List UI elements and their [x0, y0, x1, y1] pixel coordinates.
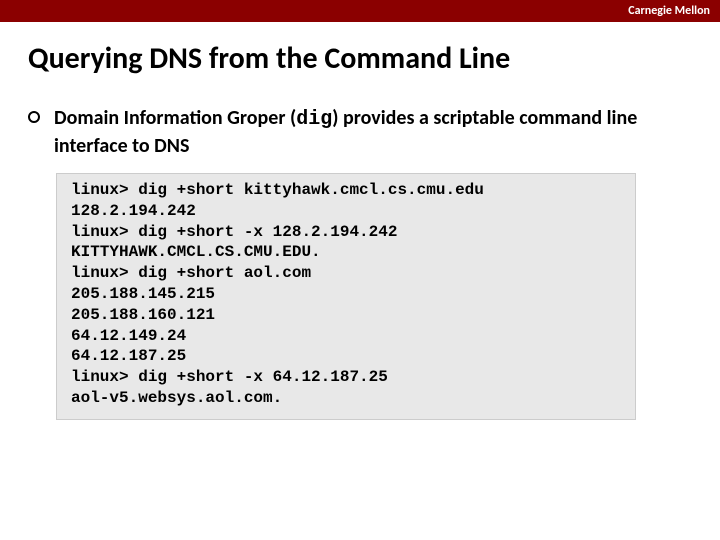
slide-content: Querying DNS from the Command Line Domai… — [0, 22, 720, 420]
slide-title: Querying DNS from the Command Line — [28, 40, 692, 77]
topbar: Carnegie Mellon — [0, 0, 720, 22]
codeline: linux> dig +short -x 64.12.187.25 — [71, 367, 621, 388]
bullet-icon — [28, 111, 40, 123]
codeblock: linux> dig +short kittyhawk.cmcl.cs.cmu.… — [56, 173, 636, 420]
codeline: 64.12.149.24 — [71, 326, 621, 347]
codeline: linux> dig +short kittyhawk.cmcl.cs.cmu.… — [71, 180, 621, 201]
codeline: 205.188.160.121 — [71, 305, 621, 326]
codeline: 64.12.187.25 — [71, 346, 621, 367]
codeline: KITTYHAWK.CMCL.CS.CMU.EDU. — [71, 242, 621, 263]
bullet-mono: dig — [296, 108, 332, 131]
codeline: 205.188.145.215 — [71, 284, 621, 305]
codeline: linux> dig +short aol.com — [71, 263, 621, 284]
codeline: aol-v5.websys.aol.com. — [71, 388, 621, 409]
bullet-prefix: Domain Information Groper ( — [54, 106, 296, 130]
brand-label: Carnegie Mellon — [628, 4, 710, 18]
bullet-text: Domain Information Groper (dig) provides… — [54, 105, 692, 159]
codeline: linux> dig +short -x 128.2.194.242 — [71, 222, 621, 243]
bullet-row: Domain Information Groper (dig) provides… — [28, 105, 692, 159]
codeline: 128.2.194.242 — [71, 201, 621, 222]
